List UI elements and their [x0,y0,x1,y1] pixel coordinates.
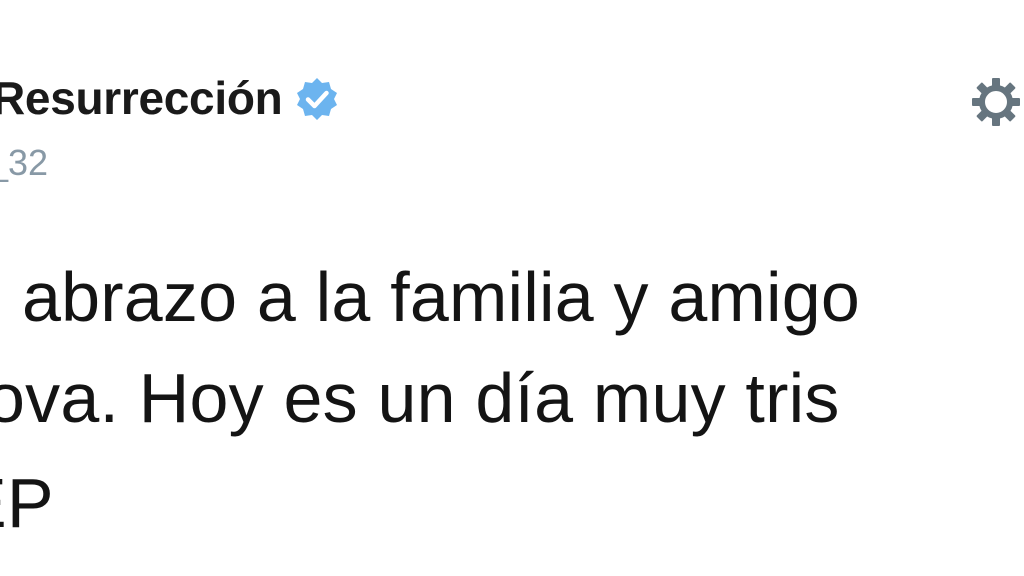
author-display-name[interactable]: Resurrección [0,70,283,126]
tweet-text-line: abrazo a la familia y amigo [22,258,861,336]
tweet-header: Resurrección [0,70,340,126]
tweet-card: Resurrección _32 [0,0,1024,576]
gear-icon[interactable] [968,72,1024,132]
author-handle[interactable]: _32 [0,143,48,183]
tweet-text-line: ova. Hoy es un día muy tris [0,359,840,437]
tweet-text-line: EP [0,464,54,542]
verified-badge-icon [294,76,340,122]
